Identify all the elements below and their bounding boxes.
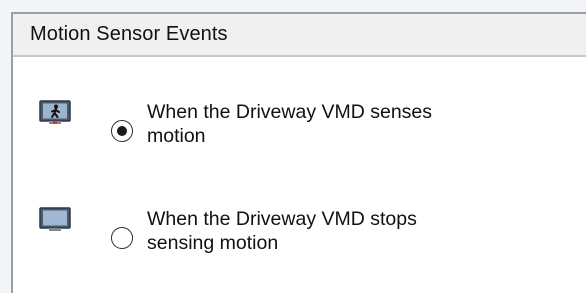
event-label-line1: When the Driveway VMD stops bbox=[147, 208, 417, 230]
event-option-stops-sensing[interactable]: When the Driveway VMD stops sensing moti… bbox=[13, 207, 586, 267]
event-label-stops-sensing: When the Driveway VMD stops sensing moti… bbox=[147, 207, 547, 255]
event-option-senses-motion[interactable]: When the Driveway VMD senses motion bbox=[13, 100, 586, 160]
event-label-line2: sensing motion bbox=[147, 232, 279, 254]
camera-idle-icon bbox=[39, 207, 71, 233]
camera-motion-icon bbox=[39, 100, 71, 126]
radio-stops-sensing[interactable] bbox=[111, 227, 133, 249]
motion-sensor-events-panel: Motion Sensor Events When the Driveway V… bbox=[11, 12, 586, 293]
radio-senses-motion[interactable] bbox=[111, 120, 133, 142]
panel-title: Motion Sensor Events bbox=[30, 23, 228, 45]
event-label-line2: motion bbox=[147, 125, 206, 147]
event-label-line1: When the Driveway VMD senses bbox=[147, 101, 433, 123]
event-label-senses-motion: When the Driveway VMD senses motion bbox=[147, 100, 547, 148]
panel-header: Motion Sensor Events bbox=[13, 14, 586, 57]
